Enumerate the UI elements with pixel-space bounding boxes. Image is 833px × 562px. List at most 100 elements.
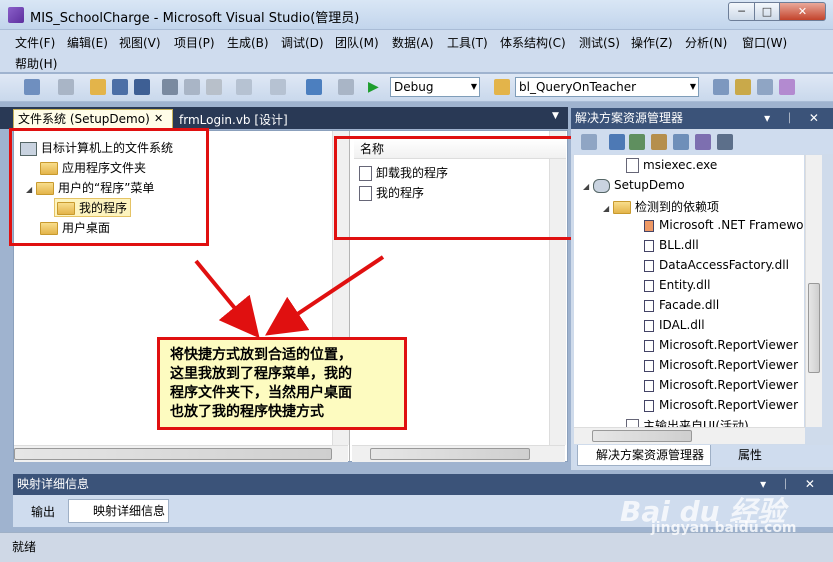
dll-icon <box>644 239 654 252</box>
expand-icon[interactable]: ◢ <box>603 204 613 213</box>
tree-item-setup-project[interactable]: ◢ SetupDemo <box>583 178 685 193</box>
file-types-editor-icon[interactable] <box>651 134 667 150</box>
framework-icon <box>644 219 654 232</box>
object-browser-icon[interactable] <box>757 79 773 95</box>
chevron-down-icon: ▼ <box>470 82 477 91</box>
find-dropdown[interactable]: bl_QueryOnTeacher ▼ <box>515 77 699 97</box>
tree-item[interactable]: IDAL.dll <box>644 318 705 332</box>
properties-icon[interactable] <box>581 134 597 150</box>
undo-icon[interactable] <box>236 79 252 95</box>
status-text: 就绪 <box>12 540 37 554</box>
tree-item[interactable]: DataAccessFactory.dll <box>644 258 789 272</box>
tree-item[interactable]: Microsoft.ReportViewer <box>644 338 798 352</box>
tab-solution-explorer[interactable]: 解决方案资源管理器 <box>577 445 711 466</box>
tree-label: msiexec.exe <box>643 158 718 172</box>
menu-test[interactable]: 测试(S) <box>579 34 620 51</box>
menu-action[interactable]: 操作(Z) <box>631 34 673 51</box>
tab-mapping-details[interactable]: 映射详细信息 <box>68 499 169 523</box>
properties-icon[interactable] <box>735 79 751 95</box>
solution-tree: msiexec.exe ◢ SetupDemo ◢ 检测到的依赖项 Microsof… <box>574 155 804 427</box>
chevron-down-icon: ▼ <box>689 82 696 91</box>
solution-configuration-dropdown[interactable]: Debug ▼ <box>390 77 480 97</box>
file-system-editor-icon[interactable] <box>609 134 625 150</box>
tree-label: 检测到的依赖项 <box>635 200 720 214</box>
solution-horizontal-scrollbar[interactable] <box>574 427 805 444</box>
scroll-thumb[interactable] <box>14 448 332 460</box>
paste-icon[interactable] <box>206 79 222 95</box>
toolbox-icon[interactable] <box>779 79 795 95</box>
tree-label: DataAccessFactory.dll <box>659 258 789 272</box>
tree-item[interactable]: Microsoft .NET Framewo <box>644 218 804 232</box>
tab-frmlogin-design[interactable]: frmLogin.vb [设计] <box>179 111 288 128</box>
start-debugging-icon[interactable]: ▶ <box>368 79 384 95</box>
registry-editor-icon[interactable] <box>629 134 645 150</box>
cut-icon[interactable] <box>162 79 178 95</box>
menu-file[interactable]: 文件(F) <box>15 34 55 51</box>
tree-item[interactable]: Microsoft.ReportViewer <box>644 398 798 412</box>
user-interface-editor-icon[interactable] <box>673 134 689 150</box>
status-bar: 就绪 <box>0 532 833 562</box>
tree-item[interactable]: Entity.dll <box>644 278 710 292</box>
dll-icon <box>644 359 654 372</box>
tree-item[interactable]: msiexec.exe <box>626 158 717 173</box>
tab-label: 输出 <box>31 505 56 519</box>
custom-actions-editor-icon[interactable] <box>695 134 711 150</box>
menu-view[interactable]: 视图(V) <box>119 34 161 51</box>
solution-explorer-icon[interactable] <box>713 79 729 95</box>
tree-label: Facade.dll <box>659 298 720 312</box>
menu-build[interactable]: 生成(B) <box>227 34 269 51</box>
tree-item-detected-dependencies[interactable]: ◢ 检测到的依赖项 <box>603 198 719 215</box>
menu-help[interactable]: 帮助(H) <box>15 55 57 72</box>
open-file-icon[interactable] <box>90 79 106 95</box>
expand-icon[interactable]: ◢ <box>583 182 593 191</box>
minimize-button[interactable]: ─ <box>728 2 755 21</box>
navigate-forward-icon[interactable] <box>338 79 354 95</box>
window-title: MIS_SchoolCharge - Microsoft Visual Stud… <box>30 11 360 26</box>
folder-icon <box>613 201 631 214</box>
tab-output[interactable]: 输出 <box>21 503 55 520</box>
menu-architecture[interactable]: 体系结构(C) <box>500 34 566 51</box>
launch-conditions-editor-icon[interactable] <box>717 134 733 150</box>
tree-label: 主输出来自UI(活动) <box>643 419 749 427</box>
menu-analyze[interactable]: 分析(N) <box>685 34 727 51</box>
menu-data[interactable]: 数据(A) <box>392 34 434 51</box>
tree-item[interactable]: Microsoft.ReportViewer <box>644 378 798 392</box>
scroll-thumb[interactable] <box>808 283 820 373</box>
tree-label: SetupDemo <box>614 178 685 192</box>
save-icon[interactable] <box>112 79 128 95</box>
solution-vertical-scrollbar[interactable] <box>805 155 822 427</box>
new-project-icon[interactable] <box>24 79 40 95</box>
save-all-icon[interactable] <box>134 79 150 95</box>
scroll-thumb[interactable] <box>370 448 530 460</box>
maximize-button[interactable]: □ <box>754 2 780 21</box>
tree-item[interactable]: BLL.dll <box>644 238 699 252</box>
tree-horizontal-scrollbar[interactable] <box>14 445 348 462</box>
annotation-note: 将快捷方式放到合适的位置， 这里我放到了程序菜单，我的 程序文件夹下，当然用户桌… <box>157 337 407 430</box>
note-line: 也放了我的程序快捷方式 <box>170 404 324 420</box>
list-horizontal-scrollbar[interactable] <box>352 445 565 462</box>
add-item-icon[interactable] <box>58 79 74 95</box>
tabs-dropdown-icon[interactable]: ▼ <box>552 111 559 121</box>
visual-studio-icon <box>8 7 24 23</box>
menu-window[interactable]: 窗口(W) <box>742 34 787 51</box>
dll-icon <box>644 319 654 332</box>
tab-file-system[interactable]: 文件系统 (SetupDemo) ✕ <box>13 109 173 129</box>
redo-icon[interactable] <box>270 79 286 95</box>
menu-project[interactable]: 项目(P) <box>174 34 215 51</box>
panel-controls-icon[interactable]: ▾ ᛁ ✕ <box>764 108 825 128</box>
copy-icon[interactable] <box>184 79 200 95</box>
menu-tools[interactable]: 工具(T) <box>447 34 488 51</box>
menu-edit[interactable]: 编辑(E) <box>67 34 108 51</box>
arrow-left <box>194 259 260 339</box>
navigate-backward-icon[interactable] <box>306 79 322 95</box>
scroll-thumb[interactable] <box>592 430 692 442</box>
close-tab-icon[interactable]: ✕ <box>154 110 163 128</box>
tree-item[interactable]: Facade.dll <box>644 298 719 312</box>
menu-team[interactable]: 团队(M) <box>335 34 379 51</box>
tree-item[interactable]: Microsoft.ReportViewer <box>644 358 798 372</box>
close-button[interactable]: ✕ <box>779 2 826 21</box>
find-in-files-icon[interactable] <box>494 79 510 95</box>
tab-properties[interactable]: 属性 <box>720 445 762 466</box>
menu-debug[interactable]: 调试(D) <box>281 34 324 51</box>
tree-item[interactable]: 主输出来自UI(活动) <box>626 417 749 427</box>
